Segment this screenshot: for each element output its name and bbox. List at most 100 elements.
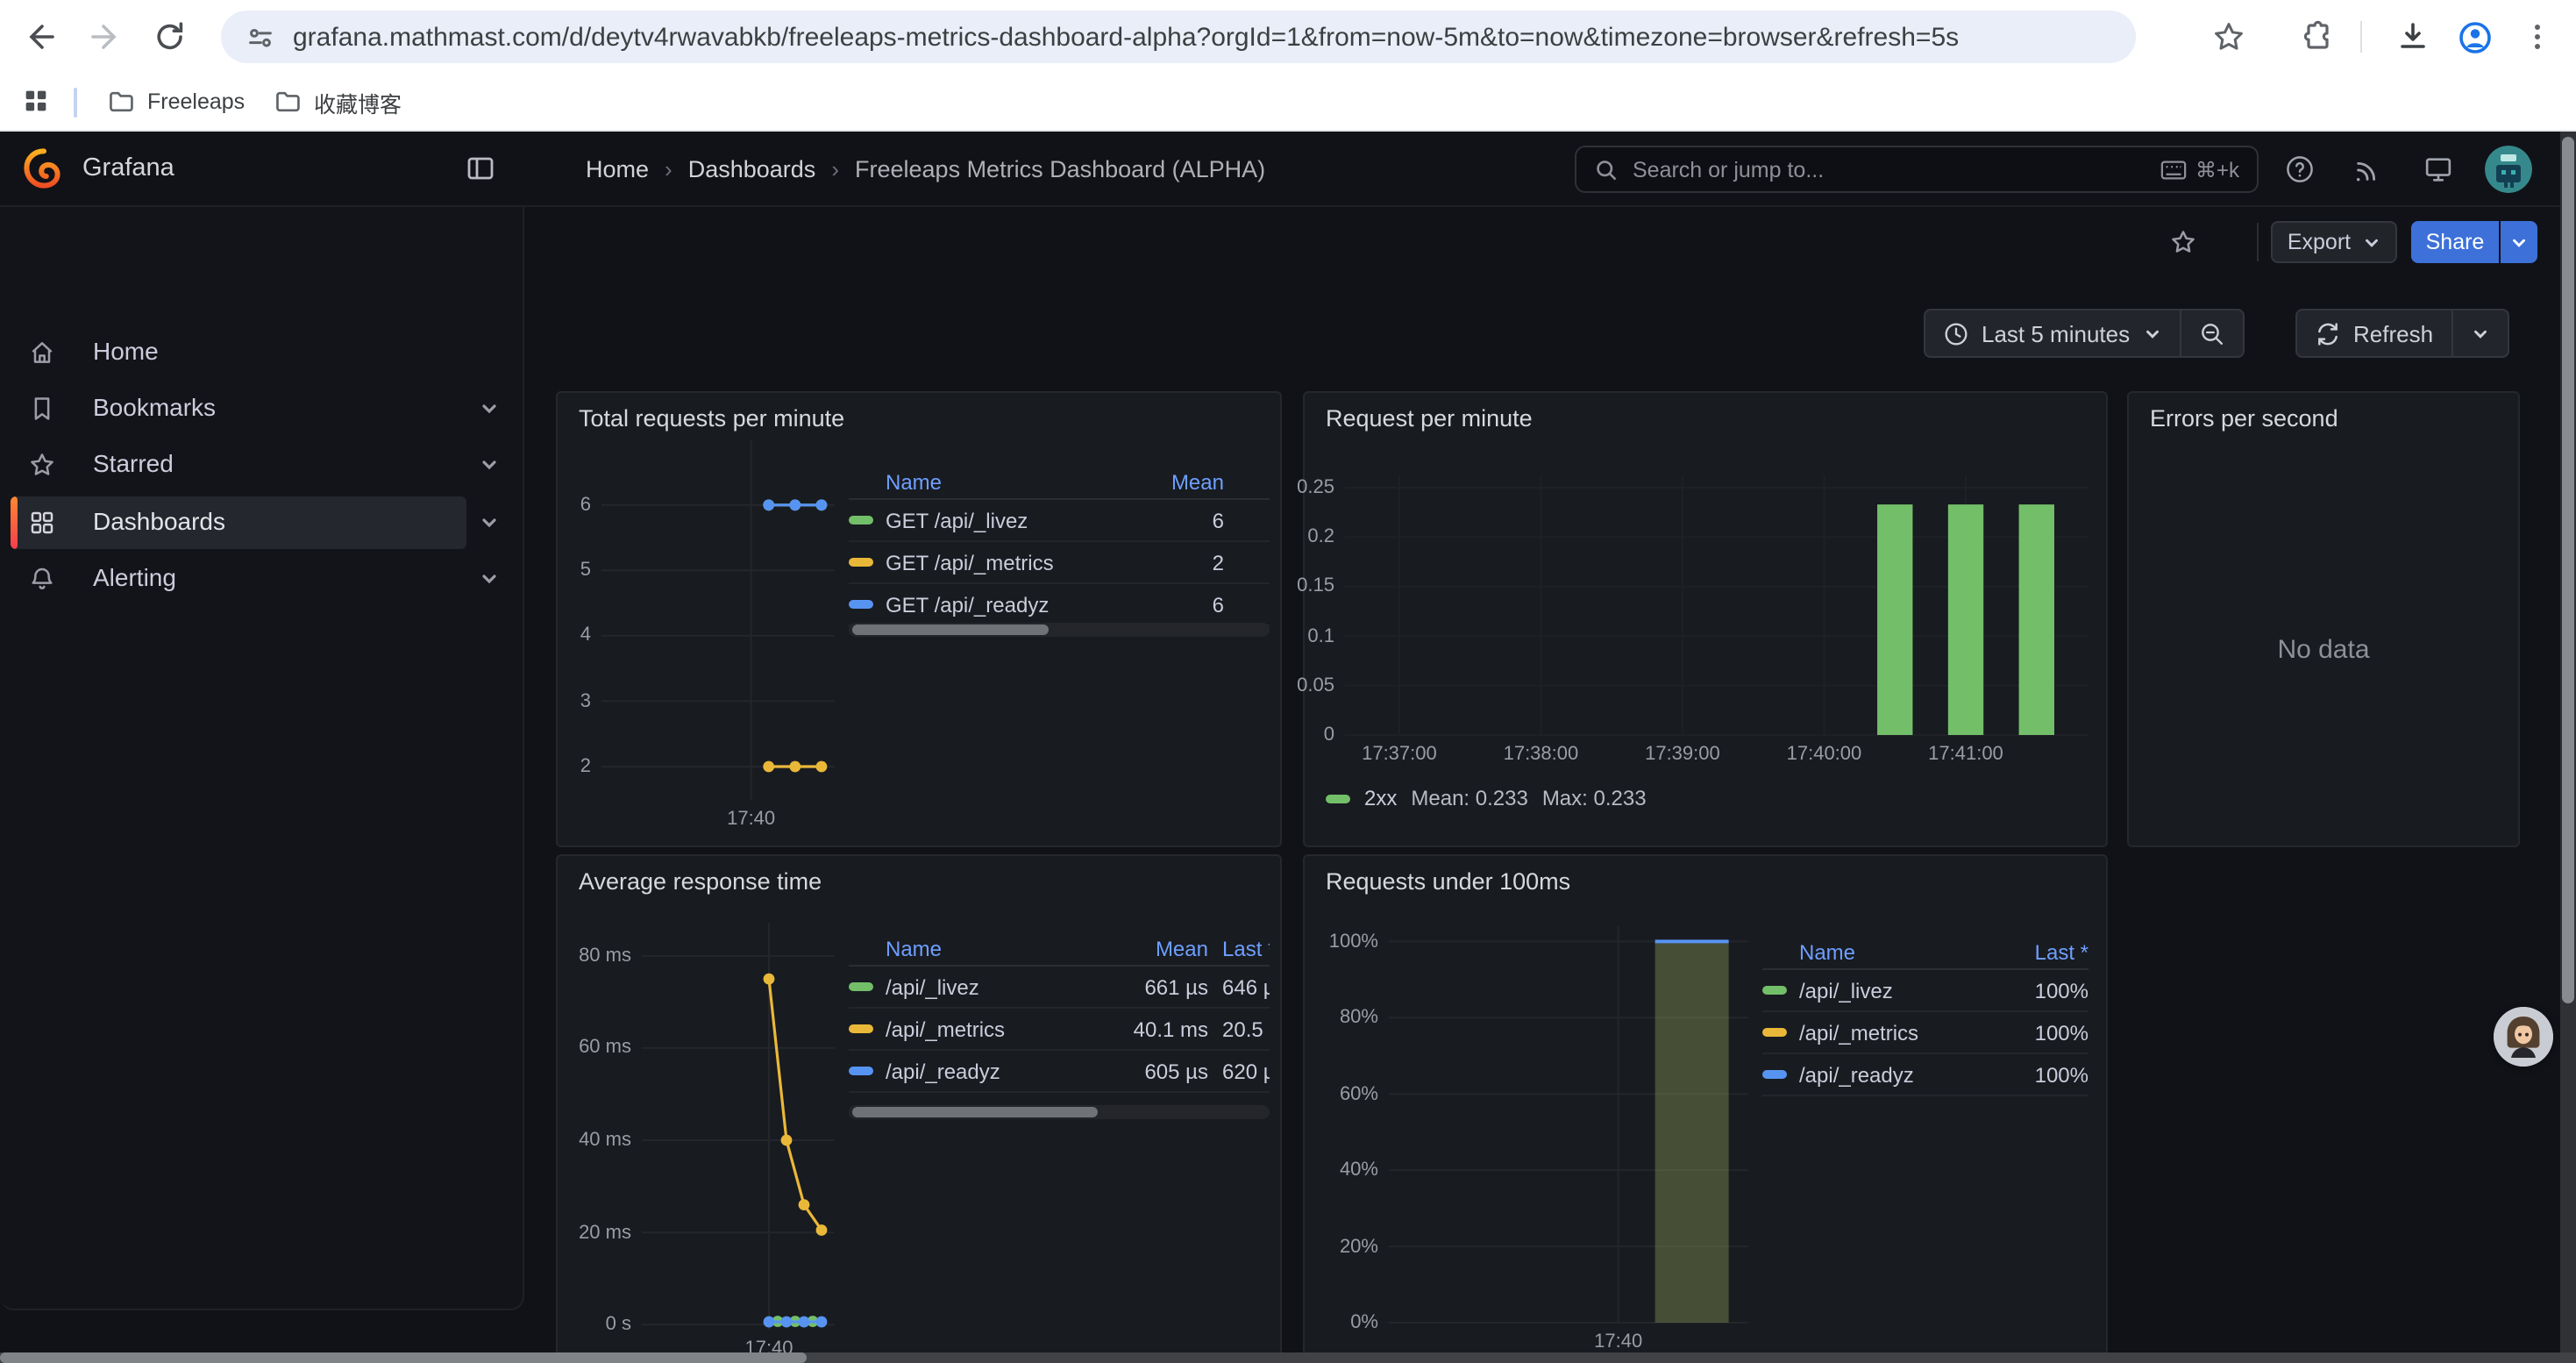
- legend-row[interactable]: /api/_readyz100%: [1762, 1054, 2089, 1096]
- sidebar-item-home[interactable]: Home: [0, 325, 524, 381]
- table-header-cell[interactable]: Name: [1762, 940, 1990, 965]
- chevron-down-icon[interactable]: [479, 398, 500, 419]
- sidebar-item-label: Dashboards: [93, 507, 225, 535]
- y-axis-tick-label: 100%: [1277, 931, 1378, 952]
- chart-total-requests: 6543217:40: [601, 440, 835, 800]
- reload-icon[interactable]: [153, 19, 188, 54]
- search-shortcut: ⌘+k: [2160, 157, 2239, 182]
- x-axis-tick-label: 17:37:00: [1338, 744, 1461, 765]
- breadcrumb-home[interactable]: Home: [586, 155, 649, 182]
- help-icon[interactable]: [2285, 154, 2315, 184]
- y-axis-tick-label: 0.25: [1233, 477, 1334, 498]
- grafana-logo[interactable]: [23, 147, 65, 189]
- toolbar-divider: [2257, 223, 2259, 261]
- series-value: 100%: [2004, 1062, 2089, 1087]
- panel-total-requests[interactable]: Total requests per minute 6543217:40 Nam…: [556, 391, 1282, 847]
- table-header-cell[interactable]: Name: [849, 470, 1143, 495]
- assistant-avatar[interactable]: [2494, 1007, 2553, 1067]
- export-button[interactable]: Export: [2271, 221, 2397, 263]
- sidebar-item-bookmarks[interactable]: Bookmarks: [0, 381, 524, 437]
- y-axis-tick-label: 0%: [1277, 1312, 1378, 1333]
- y-axis-tick-label: 4: [489, 625, 591, 646]
- user-avatar[interactable]: [2485, 146, 2532, 193]
- sidebar: Home Bookmarks Starred: [0, 207, 524, 1310]
- legend-row[interactable]: /api/_metrics100%: [1762, 1012, 2089, 1054]
- apps-grid-icon[interactable]: [21, 86, 56, 121]
- y-axis-tick-label: 80 ms: [530, 946, 631, 967]
- profile-icon[interactable]: [2457, 19, 2492, 54]
- legend-row[interactable]: /api/_livez661 µs646 µs: [849, 967, 1270, 1009]
- refresh-label: Refresh: [2353, 320, 2433, 346]
- sidebar-item-starred[interactable]: Starred: [0, 437, 524, 493]
- back-icon[interactable]: [23, 19, 58, 54]
- legend-table: Name Mean GET /api/_livez6GET /api/_metric…: [849, 467, 1270, 626]
- legend-row[interactable]: GET /api/_metrics2: [849, 542, 1270, 584]
- bookmark-folder-blogs[interactable]: 收藏博客: [263, 81, 412, 123]
- zoom-out-button[interactable]: [2179, 310, 2242, 356]
- bookmark-folder-freeleaps[interactable]: Freeleaps: [96, 81, 255, 123]
- legend-row[interactable]: /api/_readyz605 µs620 µs: [849, 1051, 1270, 1093]
- share-button[interactable]: Share: [2411, 221, 2499, 263]
- series-color-pill: [849, 1024, 873, 1033]
- keyboard-icon: [2160, 159, 2187, 180]
- table-header-cell[interactable]: Mean: [1157, 470, 1224, 495]
- horizontal-scrollbar-thumb[interactable]: [0, 1352, 807, 1363]
- legend-scrollbar[interactable]: [849, 623, 1270, 637]
- zoom-out-icon: [2198, 320, 2224, 346]
- table-header-cell[interactable]: Mean: [1117, 937, 1208, 961]
- breadcrumb-separator: ›: [665, 155, 672, 182]
- breadcrumb-dashboards[interactable]: Dashboards: [688, 155, 816, 182]
- refresh-button[interactable]: Refresh: [2297, 310, 2451, 356]
- chevron-down-icon[interactable]: [479, 454, 500, 475]
- table-header-cell[interactable]: Name: [849, 937, 1103, 961]
- search-input[interactable]: Search or jump to... ⌘+k: [1575, 146, 2259, 193]
- x-axis-tick-label: 17:38:00: [1479, 744, 1602, 765]
- refresh-group: Refresh: [2295, 309, 2508, 358]
- vertical-scrollbar[interactable]: [2560, 132, 2576, 1363]
- series-value: 661 µs: [1117, 974, 1208, 999]
- panel-errors-per-second[interactable]: Errors per second No data: [2127, 391, 2520, 847]
- y-axis-tick-label: 6: [489, 495, 591, 516]
- bookmark-label: Freeleaps: [147, 89, 245, 114]
- tune-icon[interactable]: [246, 22, 275, 52]
- series-color-pill: [849, 600, 873, 609]
- extensions-icon[interactable]: [2301, 19, 2336, 54]
- monitor-icon[interactable]: [2423, 154, 2453, 184]
- legend-row[interactable]: GET /api/_readyz6: [849, 584, 1270, 626]
- sidebar-toggle-icon[interactable]: [466, 154, 495, 182]
- panel-requests-under-100ms[interactable]: Requests under 100ms 100%80%60%40%20%0%1…: [1303, 854, 2108, 1363]
- browser-menu-icon[interactable]: [2520, 19, 2555, 54]
- forward-icon[interactable]: [88, 19, 123, 54]
- url-bar[interactable]: grafana.mathmast.com/d/deytv4rwavabkb/fr…: [221, 11, 2136, 63]
- chevron-down-icon: [2470, 324, 2489, 343]
- x-axis-tick-label: 17:40: [690, 809, 813, 830]
- panel-average-response-time[interactable]: Average response time 80 ms60 ms40 ms20 …: [556, 854, 1282, 1363]
- y-axis-tick-label: 2: [489, 756, 591, 777]
- legend-row[interactable]: /api/_livez100%: [1762, 970, 2089, 1012]
- legend-mean: Mean: 0.233: [1411, 786, 1527, 810]
- share-dropdown-button[interactable]: [2501, 221, 2537, 263]
- home-icon: [28, 339, 56, 367]
- chevron-down-icon: [2142, 324, 2161, 343]
- legend-table: Name Last * /api/_livez100%/api/_metrics10…: [1762, 937, 2089, 1096]
- table-header-cell[interactable]: Last *: [2004, 940, 2089, 965]
- download-icon[interactable]: [2395, 19, 2430, 54]
- x-axis-tick-label: 17:39:00: [1621, 744, 1744, 765]
- sidebar-item-dashboards[interactable]: Dashboards: [0, 495, 524, 551]
- chart-legend[interactable]: 2xx Mean: 0.233 Max: 0.233: [1326, 786, 1647, 810]
- legend-row[interactable]: /api/_metrics40.1 ms20.5 ms: [849, 1009, 1270, 1051]
- legend-row[interactable]: GET /api/_livez6: [849, 500, 1270, 542]
- folder-icon: [107, 88, 135, 116]
- refresh-interval-dropdown[interactable]: [2451, 310, 2507, 356]
- horizontal-scrollbar[interactable]: [0, 1352, 2576, 1363]
- legend-scrollbar[interactable]: [849, 1105, 1270, 1119]
- panel-request-per-minute[interactable]: Request per minute 0.250.20.150.10.05017…: [1303, 391, 2108, 847]
- favorite-star-icon[interactable]: [2169, 228, 2197, 256]
- time-range-picker[interactable]: Last 5 minutes: [1925, 310, 2179, 356]
- bookmark-star-icon[interactable]: [2211, 19, 2246, 54]
- vertical-scrollbar-thumb[interactable]: [2562, 137, 2574, 1003]
- news-rss-icon[interactable]: [2353, 154, 2383, 184]
- table-header-cell[interactable]: Last *: [1222, 937, 1270, 961]
- sidebar-item-alerting[interactable]: Alerting: [0, 551, 524, 607]
- url-text[interactable]: grafana.mathmast.com/d/deytv4rwavabkb/fr…: [293, 22, 1959, 52]
